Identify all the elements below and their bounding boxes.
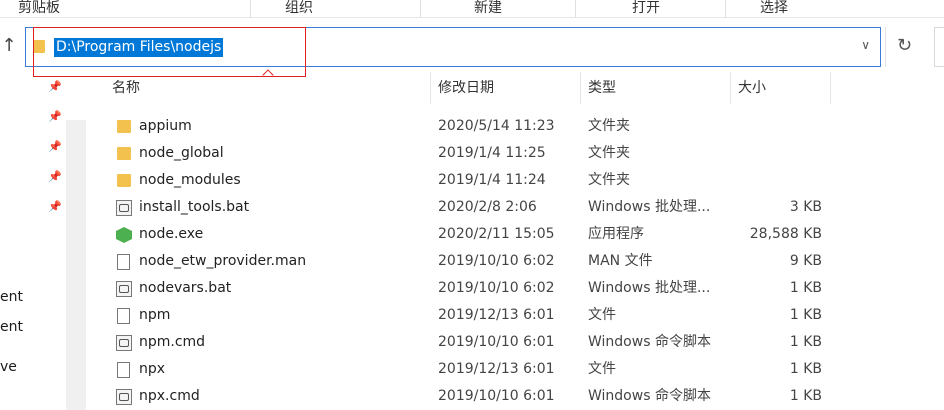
file-name: appium [139,118,192,134]
ribbon-separator [575,0,576,18]
pin-icon[interactable]: 📌 [48,110,62,123]
file-size: 1 KB [789,388,822,404]
ribbon-group-new: 新建 [474,0,502,16]
file-type: 文件 [588,307,616,323]
file-date: 2019/10/10 6:01 [438,388,555,404]
file-row[interactable]: node_etw_provider.man 2019/10/10 6:02 MA… [106,248,836,275]
file-name: node_etw_provider.man [139,253,307,269]
file-type: MAN 文件 [588,253,653,269]
file-date: 2020/5/14 11:23 [438,118,555,134]
file-name: node.exe [139,226,204,242]
red-annotation-box [33,27,306,77]
file-size: 1 KB [789,280,822,296]
column-header-date[interactable]: 修改日期 [430,72,580,104]
ribbon-group-select: 选择 [760,0,788,16]
up-arrow-icon[interactable]: ↑ [0,36,18,58]
pin-icon[interactable]: 📌 [48,200,62,213]
file-icon [117,308,130,324]
folder-icon [117,147,131,160]
file-name: install_tools.bat [139,199,250,215]
ribbon-group-clipboard: 剪贴板 [18,0,60,16]
column-separator[interactable] [830,72,831,104]
pin-icon[interactable]: 📌 [48,170,62,183]
file-name: npm.cmd [139,334,206,350]
batch-file-icon [116,200,132,216]
ribbon-group-organize: 组织 [285,0,313,16]
file-type: 文件夹 [588,145,630,161]
file-name: node_global [139,145,224,161]
refresh-icon[interactable]: ↻ [885,27,923,67]
ribbon-separator [420,0,421,18]
file-type: Windows 批处理... [588,199,711,215]
nav-item[interactable]: ve [0,359,17,375]
file-icon [117,362,130,378]
file-row[interactable]: node_global 2019/1/4 11:25 文件夹 [106,140,836,167]
ribbon-group-open: 打开 [632,0,660,16]
file-row[interactable]: npm 2019/12/13 6:01 文件 1 KB [106,302,836,329]
file-date: 2019/1/4 11:24 [438,172,546,188]
ribbon-separator [250,0,251,18]
file-name: npm [139,307,171,323]
file-date: 2019/10/10 6:02 [438,280,555,296]
nav-item[interactable]: ent [0,319,23,335]
file-row[interactable]: node.exe 2020/2/11 15:05 应用程序 28,588 KB [106,221,836,248]
search-box[interactable] [934,27,944,67]
file-row[interactable]: appium 2020/5/14 11:23 文件夹 [106,113,836,140]
pin-icon[interactable]: 📌 [48,80,62,93]
file-row[interactable]: npm.cmd 2019/10/10 6:01 Windows 命令脚本 1 K… [106,329,836,356]
file-size: 9 KB [789,253,822,269]
file-row[interactable]: nodevars.bat 2019/10/10 6:02 Windows 批处理… [106,275,836,302]
ribbon-group-labels: 剪贴板 组织 新建 打开 选择 [0,0,944,18]
node-exe-icon [116,227,132,243]
file-size: 28,588 KB [749,226,822,242]
batch-file-icon [116,335,132,351]
folder-icon [117,120,131,133]
file-name: npx [139,361,166,377]
column-header-size[interactable]: 大小 [730,72,830,104]
file-name: node_modules [139,172,241,188]
file-date: 2020/2/11 15:05 [438,226,555,242]
file-type: Windows 命令脚本 [588,334,711,350]
file-size: 1 KB [789,307,822,323]
file-date: 2019/12/13 6:01 [438,307,555,323]
file-date: 2019/10/10 6:01 [438,334,555,350]
ribbon-separator [725,0,726,18]
navigation-pane: 📌 📌 📌 📌 📌 ent ent ve [0,70,66,410]
file-size: 1 KB [789,361,822,377]
file-size: 3 KB [789,199,822,215]
batch-file-icon [116,281,132,297]
file-date: 2019/1/4 11:25 [438,145,546,161]
folder-icon [117,174,131,187]
file-row[interactable]: node_modules 2019/1/4 11:24 文件夹 [106,167,836,194]
file-row[interactable]: npx.cmd 2019/10/10 6:01 Windows 命令脚本 1 K… [106,383,836,410]
file-date: 2020/2/8 2:06 [438,199,537,215]
file-type: Windows 命令脚本 [588,388,711,404]
file-row[interactable]: npx 2019/12/13 6:01 文件 1 KB [106,356,836,383]
file-name: nodevars.bat [139,280,232,296]
file-row[interactable]: install_tools.bat 2020/2/8 2:06 Windows … [106,194,836,221]
file-date: 2019/10/10 6:02 [438,253,555,269]
file-type: 应用程序 [588,226,644,242]
file-date: 2019/12/13 6:01 [438,361,555,377]
file-icon [117,254,130,270]
file-type: 文件夹 [588,118,630,134]
nav-item[interactable]: ent [0,289,23,305]
chevron-down-icon[interactable]: ∨ [861,38,870,52]
file-type: Windows 批处理... [588,280,711,296]
file-size: 1 KB [789,334,822,350]
file-name: npx.cmd [139,388,200,404]
column-header-type[interactable]: 类型 [580,72,730,104]
batch-file-icon [116,389,132,405]
file-type: 文件夹 [588,172,630,188]
nav-scrollbar[interactable] [66,120,86,410]
pin-icon[interactable]: 📌 [48,140,62,153]
column-header-name[interactable]: 名称 [104,72,430,104]
file-type: 文件 [588,361,616,377]
